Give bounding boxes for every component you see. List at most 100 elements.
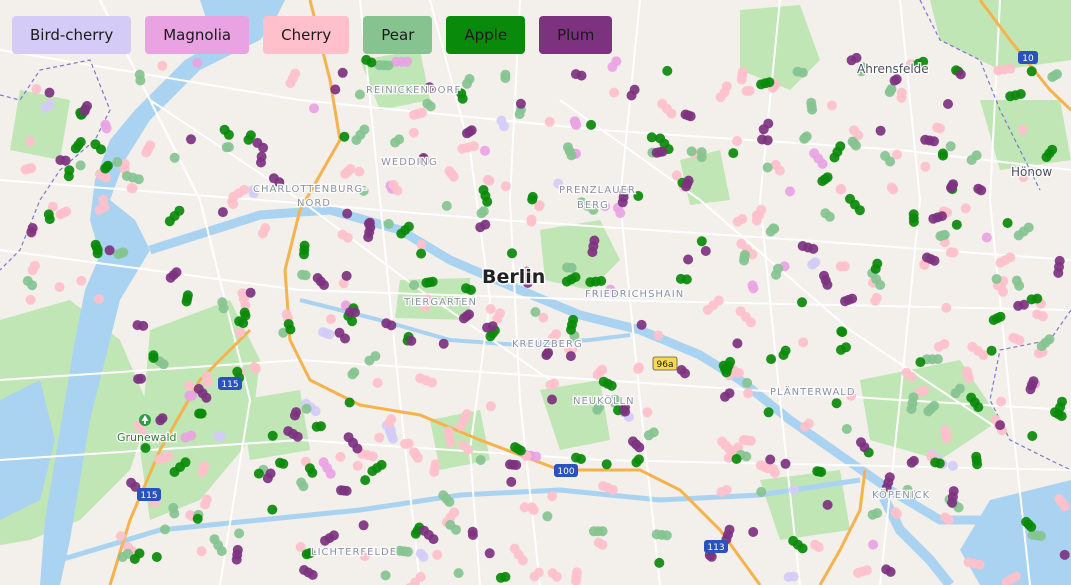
tree-marker[interactable]	[101, 123, 112, 134]
tree-marker[interactable]	[930, 457, 941, 468]
tree-marker[interactable]	[1054, 494, 1065, 504]
tree-marker[interactable]	[797, 543, 808, 554]
tree-marker[interactable]	[974, 559, 985, 570]
tree-marker[interactable]	[763, 118, 774, 129]
tree-marker[interactable]	[859, 442, 870, 453]
tree-marker[interactable]	[25, 294, 36, 305]
tree-marker[interactable]	[345, 164, 356, 174]
tree-marker[interactable]	[43, 209, 54, 220]
tree-marker[interactable]	[824, 211, 835, 222]
tree-marker[interactable]	[981, 232, 992, 243]
tree-marker[interactable]	[725, 356, 736, 367]
tree-marker[interactable]	[169, 467, 180, 477]
tree-marker[interactable]	[312, 273, 323, 283]
tree-marker[interactable]	[63, 171, 74, 182]
tree-marker[interactable]	[444, 497, 455, 507]
tree-marker[interactable]	[299, 249, 309, 260]
tree-marker[interactable]	[192, 513, 203, 524]
tree-marker[interactable]	[186, 134, 196, 145]
tree-marker[interactable]	[510, 442, 520, 453]
tree-marker[interactable]	[239, 307, 250, 318]
filter-button-apple[interactable]: Apple	[446, 16, 526, 54]
tree-marker[interactable]	[515, 98, 526, 109]
tree-marker[interactable]	[1026, 521, 1037, 532]
tree-marker[interactable]	[455, 421, 466, 431]
tree-marker[interactable]	[453, 568, 464, 579]
tree-marker[interactable]	[79, 106, 90, 117]
tree-marker[interactable]	[75, 160, 86, 171]
tree-marker[interactable]	[325, 468, 336, 479]
tree-marker[interactable]	[822, 279, 833, 290]
tree-marker[interactable]	[234, 528, 245, 539]
tree-marker[interactable]	[381, 318, 392, 329]
tree-marker[interactable]	[252, 137, 263, 148]
tree-marker[interactable]	[1055, 402, 1066, 413]
tree-marker[interactable]	[636, 319, 647, 330]
tree-marker[interactable]	[462, 128, 472, 139]
tree-marker[interactable]	[140, 443, 151, 453]
tree-marker[interactable]	[657, 98, 668, 109]
tree-marker[interactable]	[800, 421, 811, 432]
tree-marker[interactable]	[484, 548, 495, 559]
tree-marker[interactable]	[785, 186, 795, 197]
tree-marker[interactable]	[438, 338, 449, 349]
tree-marker[interactable]	[854, 205, 865, 216]
tree-marker[interactable]	[773, 263, 783, 274]
tree-marker[interactable]	[496, 115, 507, 126]
tree-marker[interactable]	[267, 504, 278, 515]
tree-marker[interactable]	[633, 362, 644, 373]
tree-marker[interactable]	[289, 410, 300, 421]
tree-marker[interactable]	[884, 87, 895, 98]
tree-marker[interactable]	[995, 420, 1006, 431]
tree-marker[interactable]	[947, 460, 958, 471]
tree-marker[interactable]	[849, 125, 859, 136]
tree-marker[interactable]	[875, 125, 886, 136]
tree-marker[interactable]	[316, 421, 326, 432]
tree-marker[interactable]	[358, 520, 369, 531]
tree-marker[interactable]	[966, 392, 977, 403]
tree-marker[interactable]	[96, 144, 106, 155]
tree-marker[interactable]	[661, 530, 672, 541]
tree-marker[interactable]	[209, 534, 220, 545]
tree-marker[interactable]	[651, 147, 662, 158]
tree-marker[interactable]	[441, 200, 452, 211]
tree-marker[interactable]	[868, 539, 879, 550]
tree-marker[interactable]	[475, 222, 486, 233]
tree-marker[interactable]	[376, 459, 387, 470]
tree-marker[interactable]	[530, 307, 541, 317]
tree-marker[interactable]	[155, 415, 166, 426]
tree-marker[interactable]	[61, 206, 72, 217]
tree-marker[interactable]	[541, 350, 552, 361]
tree-marker[interactable]	[163, 451, 174, 462]
tree-marker[interactable]	[996, 396, 1007, 407]
tree-marker[interactable]	[792, 66, 803, 77]
tree-marker[interactable]	[948, 247, 959, 258]
tree-marker[interactable]	[475, 455, 486, 465]
tree-marker[interactable]	[324, 329, 335, 340]
filter-button-cherry[interactable]: Cherry	[263, 16, 350, 54]
tree-marker[interactable]	[500, 181, 511, 192]
tree-marker[interactable]	[487, 321, 498, 332]
tree-marker[interactable]	[354, 166, 365, 177]
tree-marker[interactable]	[297, 269, 308, 280]
tree-marker[interactable]	[509, 543, 520, 554]
tree-marker[interactable]	[290, 68, 301, 79]
tree-marker[interactable]	[45, 99, 56, 110]
tree-marker[interactable]	[696, 236, 707, 247]
tree-marker[interactable]	[841, 424, 852, 434]
tree-marker[interactable]	[783, 572, 794, 582]
tree-marker[interactable]	[943, 99, 953, 109]
tree-marker[interactable]	[934, 123, 945, 134]
tree-marker[interactable]	[54, 282, 65, 292]
tree-marker[interactable]	[217, 207, 228, 218]
tree-marker[interactable]	[533, 567, 544, 578]
tree-marker[interactable]	[939, 339, 950, 350]
tree-marker[interactable]	[141, 147, 152, 158]
tree-marker[interactable]	[507, 248, 517, 259]
tree-marker[interactable]	[681, 274, 692, 285]
tree-marker[interactable]	[971, 150, 982, 161]
tree-marker[interactable]	[816, 467, 827, 477]
tree-marker[interactable]	[527, 194, 538, 205]
tree-marker[interactable]	[888, 184, 899, 195]
tree-marker[interactable]	[871, 292, 882, 303]
